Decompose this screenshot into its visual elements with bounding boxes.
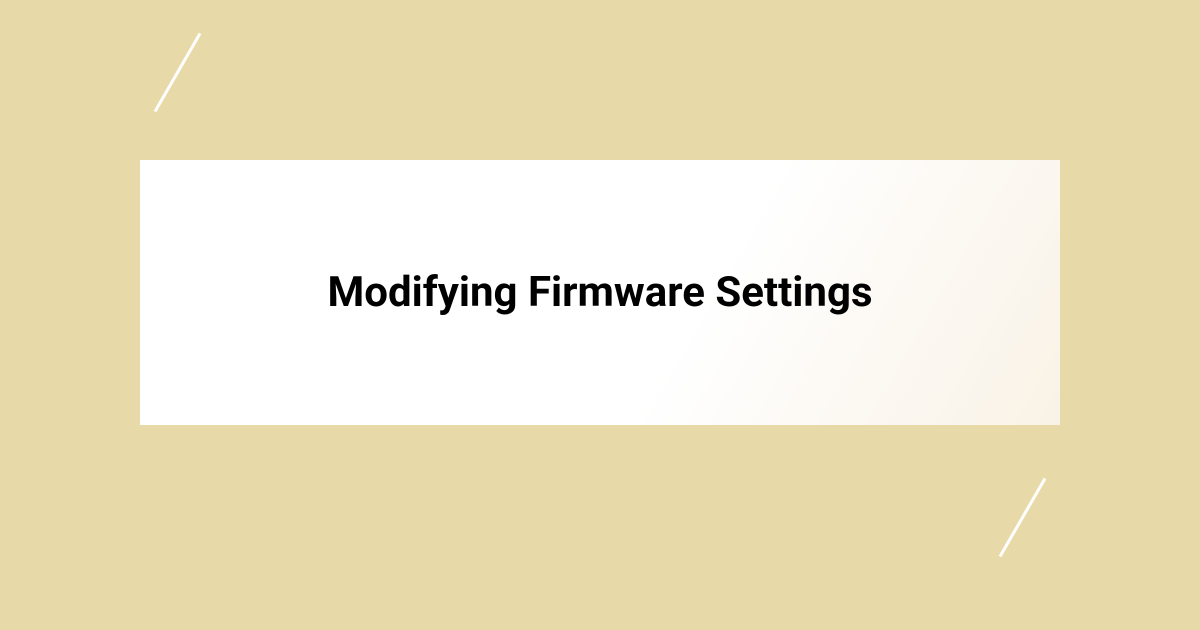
page-title: Modifying Firmware Settings xyxy=(327,268,872,317)
title-card: Modifying Firmware Settings xyxy=(140,160,1060,425)
decorative-line-bottom xyxy=(999,478,1047,557)
decorative-line-top xyxy=(154,33,202,112)
